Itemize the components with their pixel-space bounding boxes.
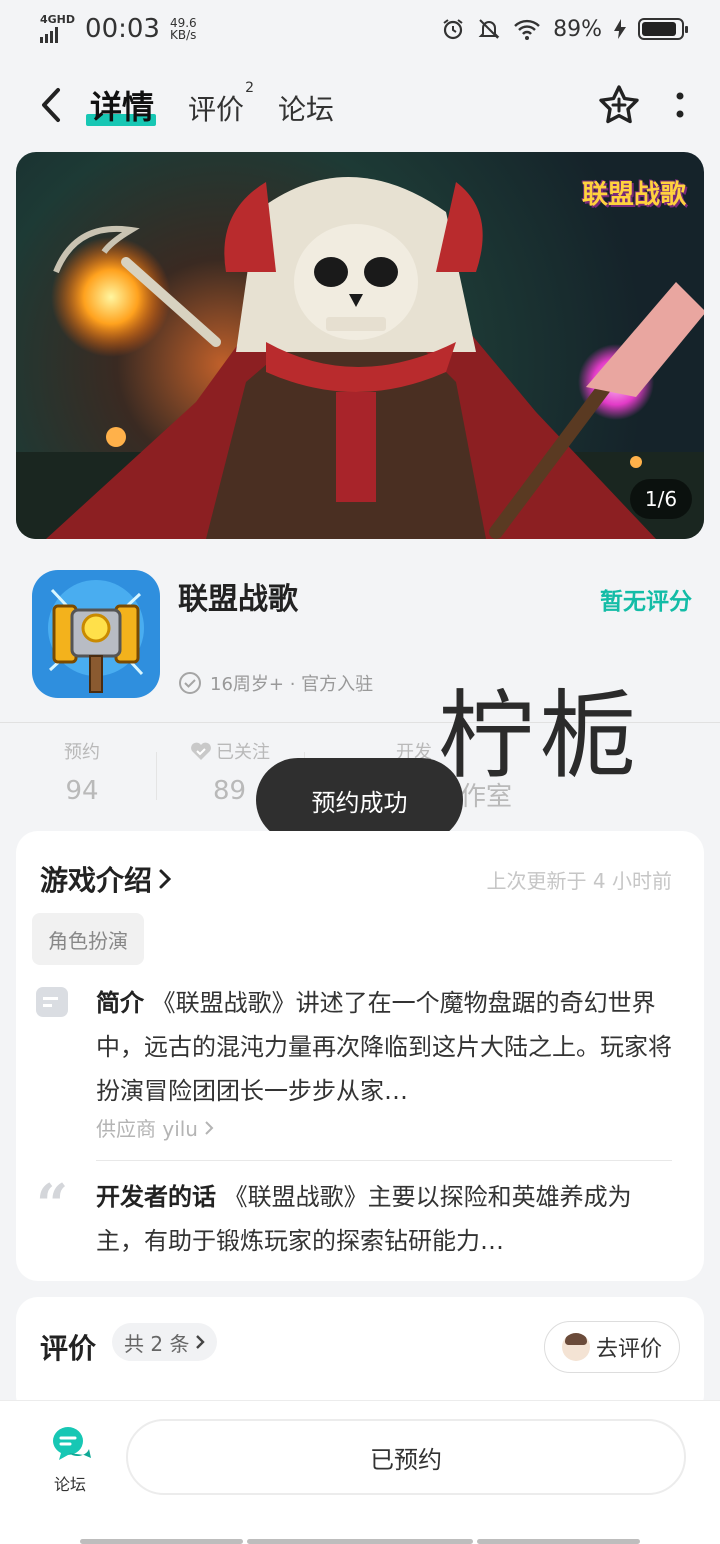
reviews-title: 评价 <box>40 1332 97 1365</box>
provider-link[interactable]: 供应商 yilu <box>96 1113 214 1142</box>
stat-divider <box>156 752 157 800</box>
battery-percent: 89% <box>553 16 602 42</box>
top-nav-bar: 详情 评价 2 论坛 <box>0 68 720 142</box>
developer-note[interactable]: 开发者的话 《联盟战歌》主要以探险和英雄养成为主，有助于锻炼玩家的探索钻研能力… <box>96 1175 676 1263</box>
chevron-right-icon <box>205 1120 214 1135</box>
avatar <box>561 1333 590 1361</box>
forum-button[interactable]: 论坛 <box>40 1423 100 1495</box>
home-indicator <box>477 1539 640 1544</box>
home-indicator <box>247 1539 473 1544</box>
tab-forum[interactable]: 论坛 <box>278 88 334 128</box>
quote-icon: “ <box>36 1172 69 1238</box>
alarm-icon <box>443 19 463 40</box>
tab-details[interactable]: 详情 <box>85 82 157 128</box>
status-bar: 4GHD 00:03 49.6 KB/s 89% <box>0 0 720 58</box>
network-speed: 49.6 KB/s <box>169 16 197 42</box>
back-button[interactable] <box>36 85 66 125</box>
reserved-button[interactable]: 已预约 <box>126 1419 686 1495</box>
summary-text[interactable]: 简介 《联盟战歌》讲述了在一个魔物盘踞的奇幻世界中，远古的混沌力量再次降临到这片… <box>96 981 676 1113</box>
network-type: 4GHD <box>40 13 76 26</box>
clock: 00:03 <box>85 14 160 44</box>
game-meta: 16周岁+ · 官方入驻 <box>178 670 373 696</box>
signal-bars-icon <box>40 27 75 43</box>
charging-icon <box>614 19 626 39</box>
write-review-button[interactable]: 去评价 <box>544 1321 680 1373</box>
review-count-badge: 2 <box>245 80 255 96</box>
intro-divider <box>96 1160 672 1161</box>
review-count-link[interactable]: 共 2 条 <box>112 1323 218 1361</box>
game-logo-overlay: 联盟战歌 <box>581 180 686 210</box>
game-intro-card: 游戏介绍 上次更新于 4 小时前 角色扮演 简介 《联盟战歌》讲述了在一个魔物盘… <box>16 831 704 1281</box>
signal-indicator: 4GHD <box>40 13 76 43</box>
chevron-right-icon <box>159 869 172 889</box>
rating-status: 暂无评分 <box>600 589 692 615</box>
summary-icon <box>36 987 68 1017</box>
tab-bar: 详情 评价 2 论坛 <box>85 80 334 128</box>
home-indicator <box>80 1539 243 1544</box>
game-app-icon <box>32 570 160 698</box>
intro-title-link[interactable]: 游戏介绍 <box>40 859 172 899</box>
stat-reservations: 预约 94 <box>64 742 100 806</box>
verified-check-icon <box>179 672 201 694</box>
reviews-card: 评价 共 2 条 去评价 <box>16 1297 704 1417</box>
tab-reviews[interactable]: 评价 2 <box>188 80 254 128</box>
battery-icon <box>638 18 688 40</box>
bottom-action-bar: 论坛 已预约 <box>0 1400 720 1544</box>
more-menu-icon[interactable] <box>676 91 684 119</box>
genre-tag[interactable]: 角色扮演 <box>32 913 144 965</box>
chevron-right-icon <box>196 1335 206 1349</box>
toast-message: 预约成功 <box>256 758 463 842</box>
heart-check-icon <box>191 742 211 760</box>
screenshot-carousel[interactable]: 联盟战歌 1/6 <box>16 152 704 539</box>
last-updated: 上次更新于 4 小时前 <box>486 869 672 893</box>
mute-bell-icon <box>478 19 500 39</box>
game-title: 联盟战歌 <box>178 582 298 617</box>
back-arrow-icon <box>42 88 60 122</box>
favorite-star-icon[interactable] <box>598 84 640 126</box>
chat-bubble-icon <box>53 1427 91 1460</box>
watermark-text: 柠栀 <box>438 680 642 792</box>
wifi-icon <box>514 19 540 40</box>
carousel-counter: 1/6 <box>630 479 692 519</box>
